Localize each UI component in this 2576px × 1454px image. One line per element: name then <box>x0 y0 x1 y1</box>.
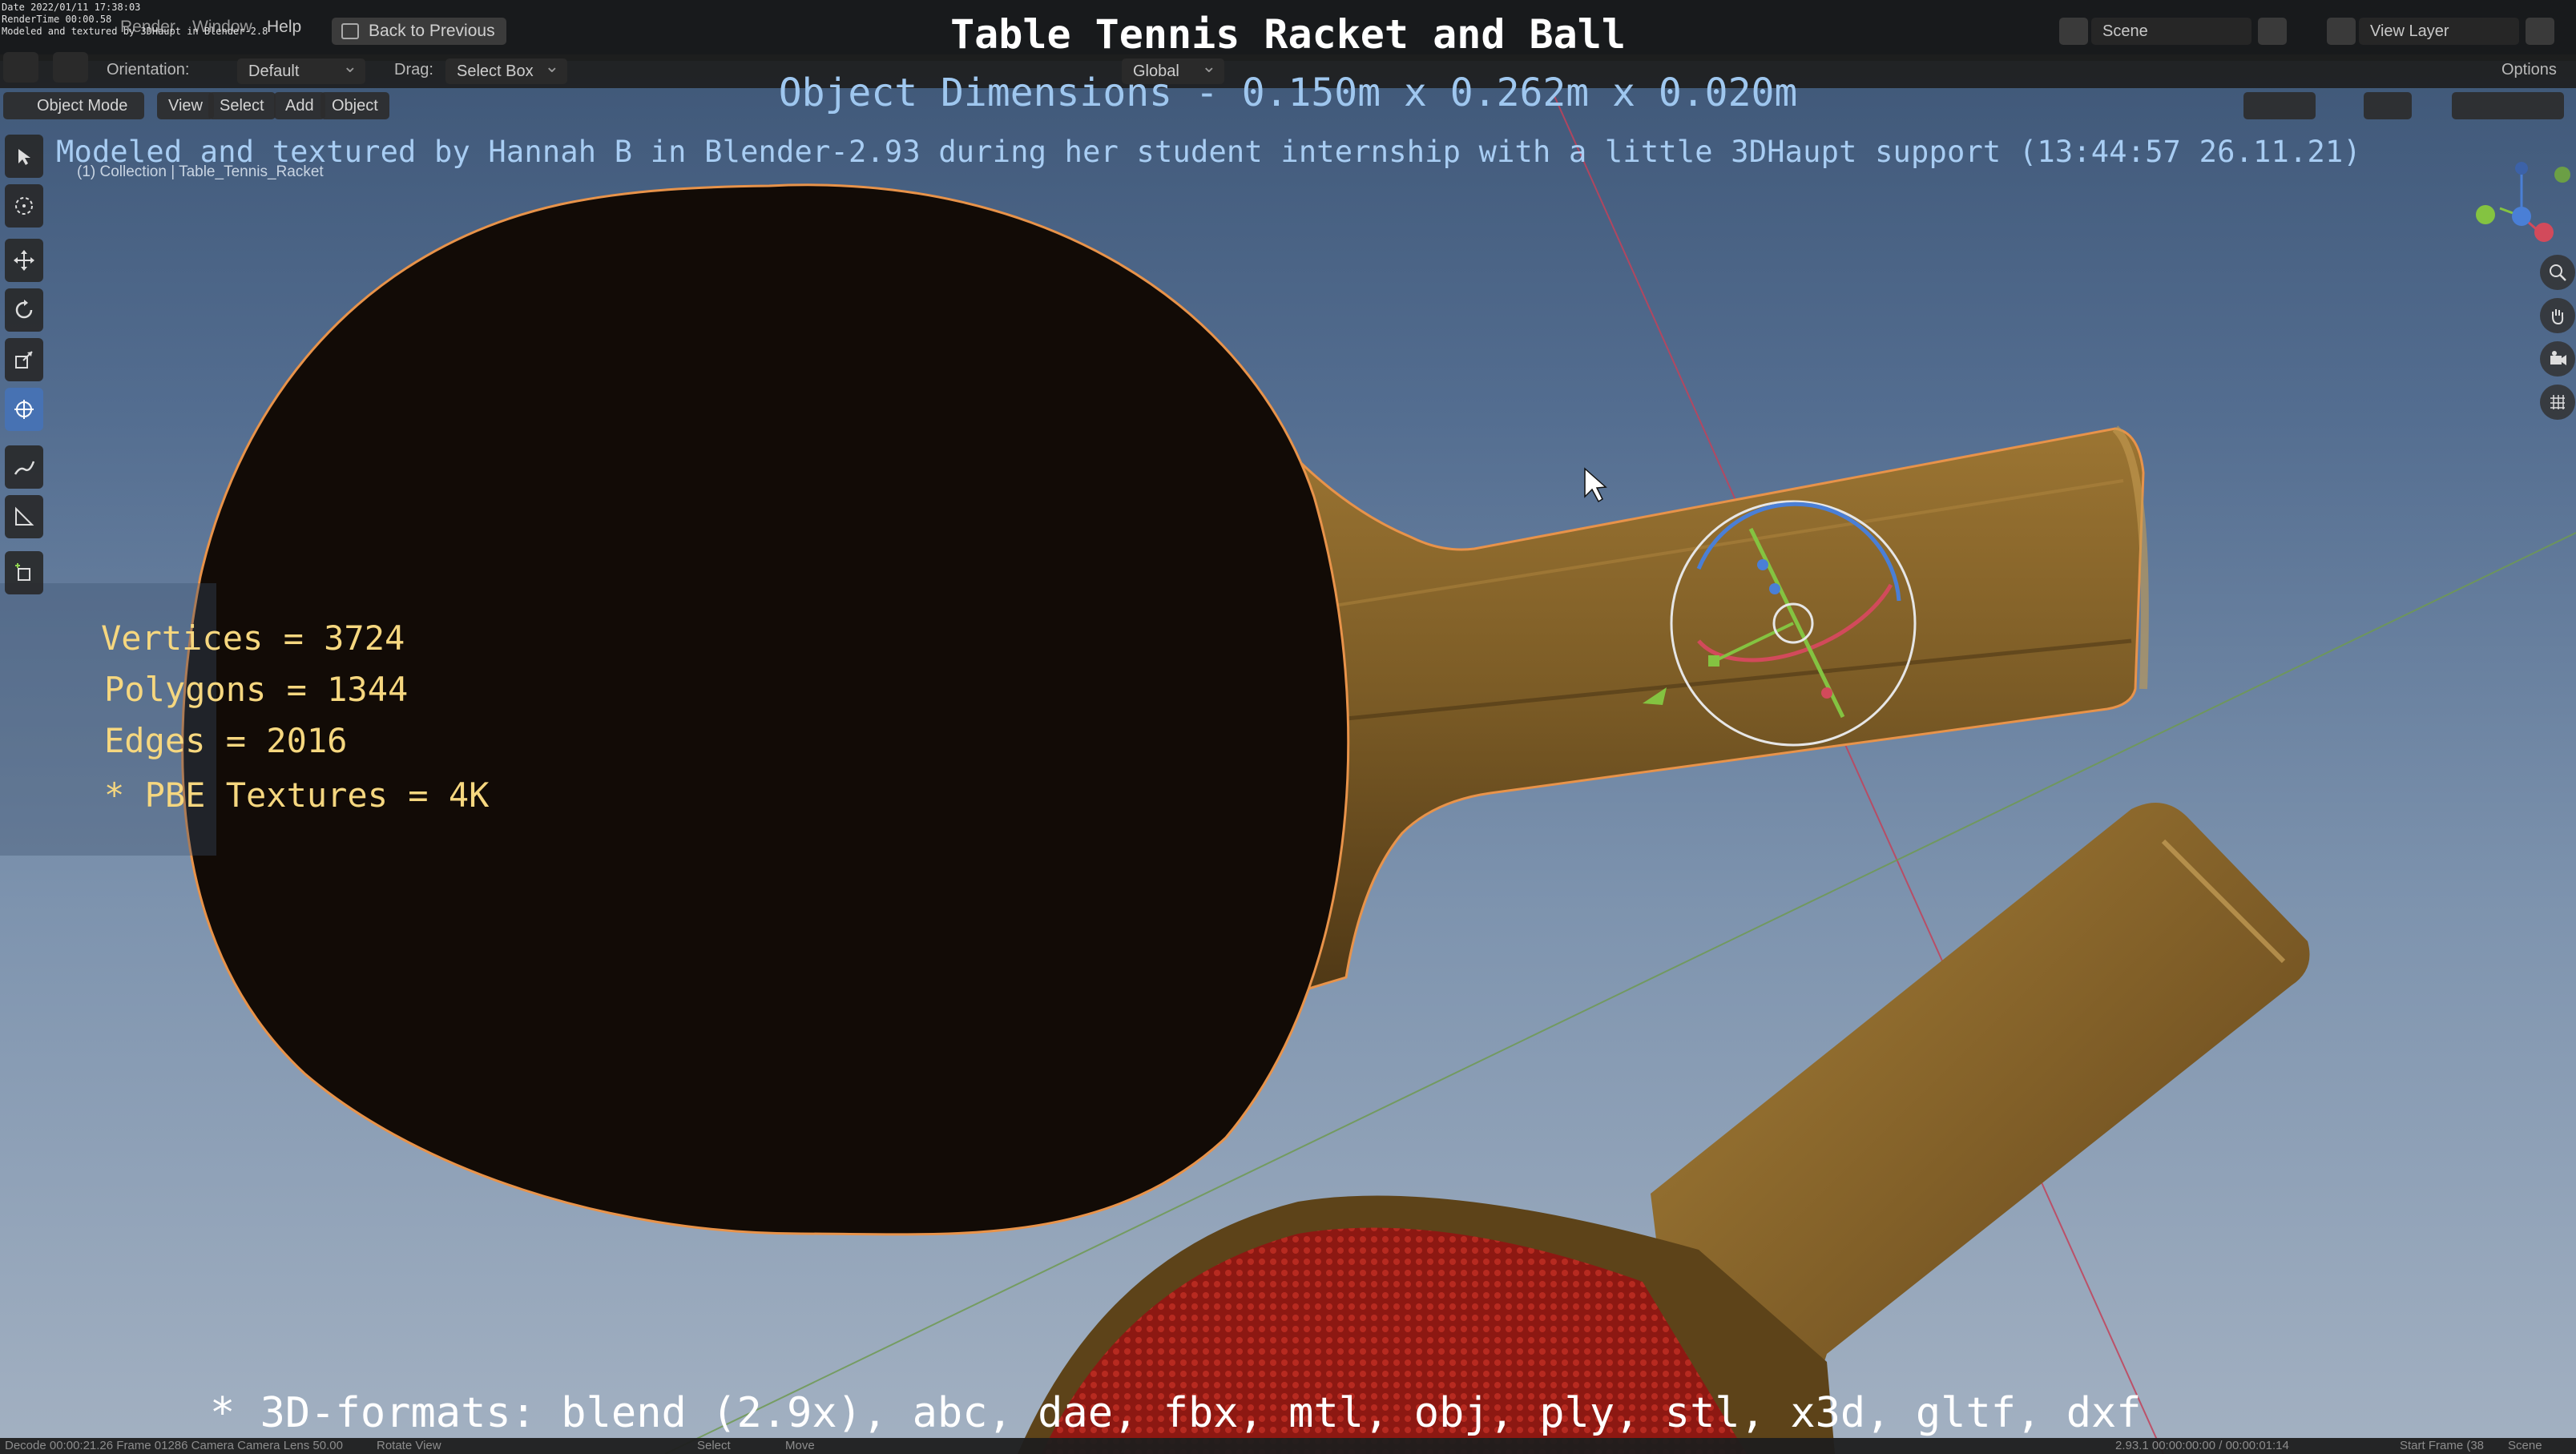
cursor-icon[interactable] <box>5 184 43 228</box>
stat-vertices: Vertices = 3724 <box>101 618 405 658</box>
overlay-formats: * 3D-formats: blend (2.9x), abc, dae, fb… <box>210 1389 2142 1437</box>
status-left: Decode 00:00:21.26 Frame 01286 Camera Ca… <box>5 1439 343 1452</box>
add-cube-icon[interactable] <box>5 551 43 594</box>
stamp-modeled: Modeled and textured by 3DHaupt in Blend… <box>2 26 268 37</box>
stamp-render-time: RenderTime 00:00.58 <box>2 14 112 25</box>
stat-polygons: Polygons = 1344 <box>104 670 409 709</box>
overlay-dimensions: Object Dimensions - 0.150m x 0.262m x 0.… <box>778 70 1798 115</box>
status-scene: Scene Scene <box>2508 1439 2542 1454</box>
select-box-icon[interactable] <box>5 135 43 178</box>
axis-gizmo <box>2476 162 2570 242</box>
status-version: 2.93.1 00:00:00:00 / 00:00:01:14 <box>2115 1439 2289 1452</box>
collection-path: (1) Collection | Table_Tennis_Racket <box>77 163 324 180</box>
render-stamp: Date 2022/01/11 17:38:03 RenderTime 00:0… <box>2 2 268 38</box>
hand-pan-icon[interactable] <box>2540 298 2575 333</box>
3d-viewport[interactable] <box>0 0 2576 1454</box>
status-move: Move <box>785 1439 815 1452</box>
scene-render <box>181 95 2576 1454</box>
zoom-icon[interactable] <box>2540 255 2575 290</box>
scale-icon[interactable] <box>5 338 43 381</box>
stamp-date: Date 2022/01/11 17:38:03 <box>2 2 141 13</box>
annotate-icon[interactable] <box>5 445 43 489</box>
stat-textures: * PBE Textures = 4K <box>104 775 490 815</box>
status-start-frame: Start Frame (38 <box>2400 1439 2485 1452</box>
status-rotate-view: Rotate View <box>377 1439 441 1452</box>
status-select: Select <box>697 1439 731 1452</box>
rotate-icon[interactable] <box>5 288 43 332</box>
overlay-title: Table Tennis Racket and Ball <box>950 11 1626 58</box>
move-icon[interactable] <box>5 239 43 282</box>
overlay-credit: Modeled and textured by Hannah B in Blen… <box>56 135 2361 169</box>
grid-icon[interactable] <box>2540 385 2575 420</box>
status-bar: Decode 00:00:21.26 Frame 01286 Camera Ca… <box>0 1438 2576 1454</box>
camera-icon[interactable] <box>2540 341 2575 377</box>
mouse-pointer-icon <box>1584 467 1607 503</box>
transform-tool-icon[interactable] <box>5 388 43 431</box>
stat-edges: Edges = 2016 <box>104 721 348 760</box>
measure-icon[interactable] <box>5 495 43 538</box>
